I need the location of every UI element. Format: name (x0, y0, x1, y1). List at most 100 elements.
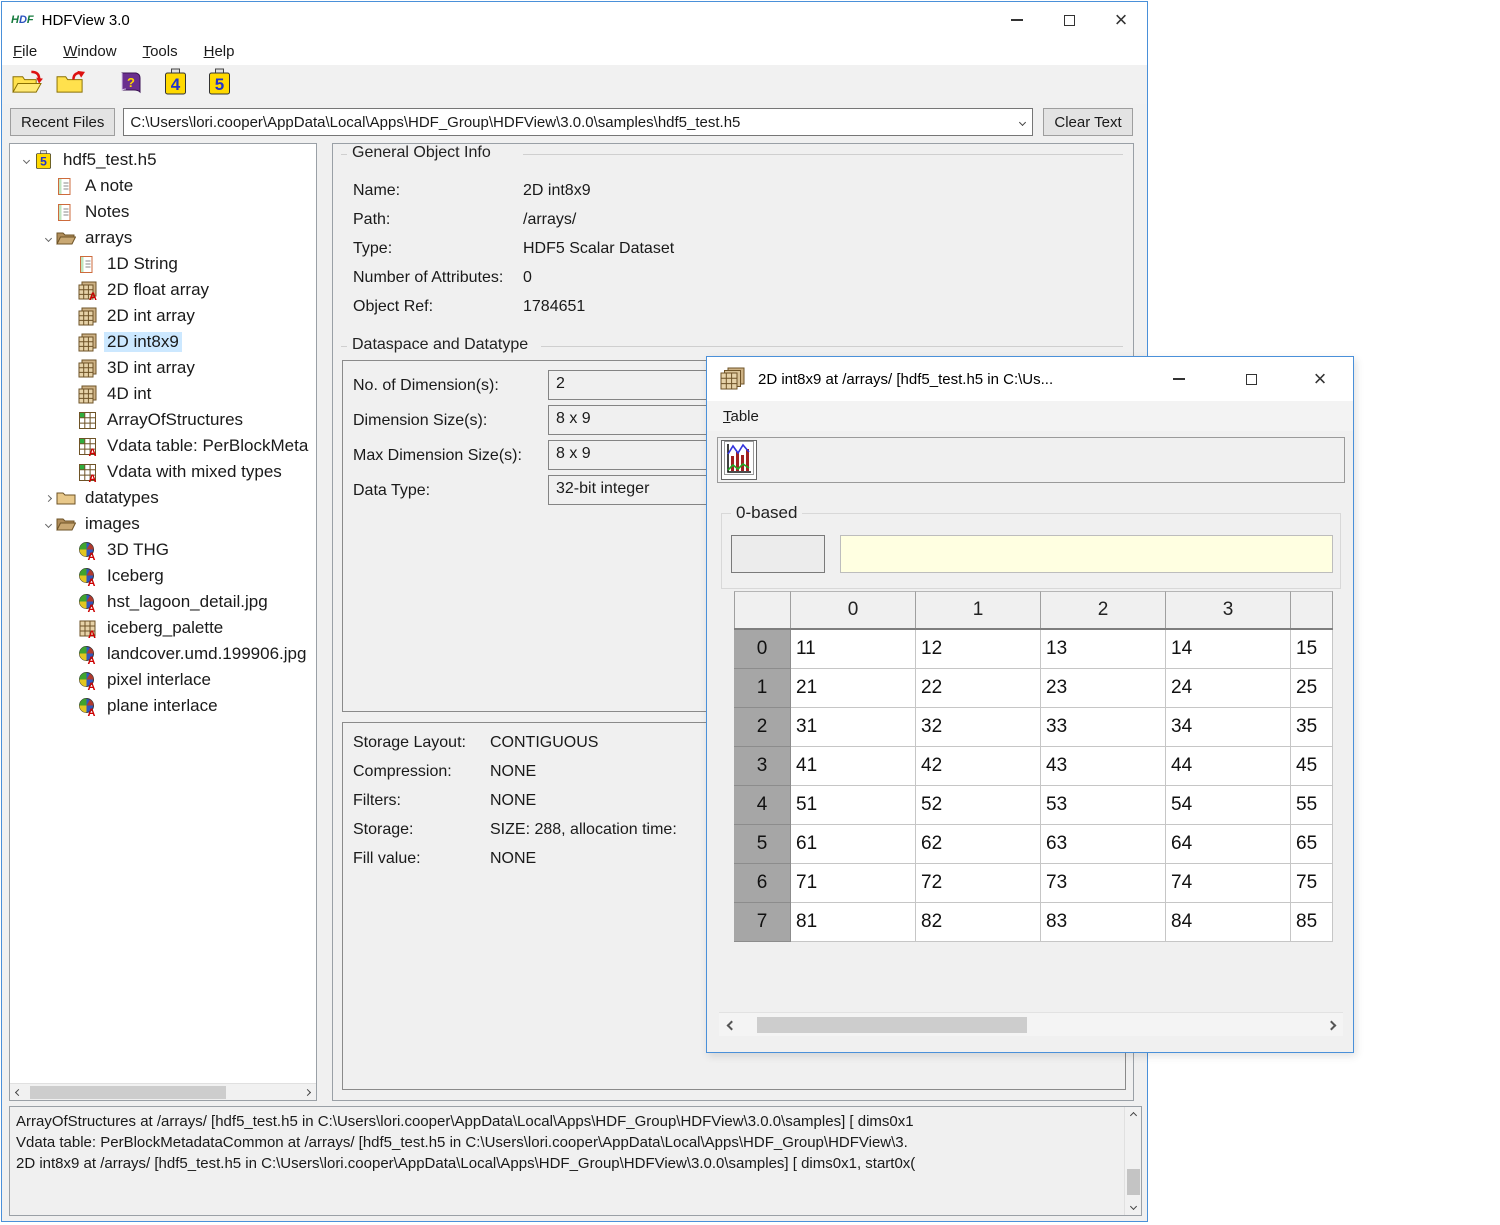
table-cell[interactable]: 21 (791, 669, 916, 708)
table-cell[interactable]: 72 (916, 864, 1041, 903)
scroll-right-button[interactable] (1319, 1013, 1343, 1037)
row-header[interactable]: 3 (734, 747, 791, 786)
table-cell[interactable]: 65 (1291, 825, 1333, 864)
table-cell[interactable]: 85 (1291, 903, 1333, 942)
expander-closed-icon[interactable] (40, 496, 56, 501)
tree-item[interactable]: A2D float array (10, 277, 316, 303)
table-cell[interactable]: 53 (1041, 786, 1166, 825)
log-vertical-scrollbar[interactable] (1124, 1107, 1141, 1215)
table-cell[interactable]: 62 (916, 825, 1041, 864)
scrollbar-thumb[interactable] (757, 1017, 1027, 1033)
table-cell[interactable]: 31 (791, 708, 916, 747)
tree-item[interactable]: 3D int array (10, 355, 316, 381)
tree-item[interactable]: ArrayOfStructures (10, 407, 316, 433)
tree-item[interactable]: Alandcover.umd.199906.jpg (10, 641, 316, 667)
table-cell[interactable]: 32 (916, 708, 1041, 747)
table-cell[interactable]: 82 (916, 903, 1041, 942)
table-cell[interactable]: 75 (1291, 864, 1333, 903)
table-cell[interactable]: 25 (1291, 669, 1333, 708)
table-cell[interactable]: 71 (791, 864, 916, 903)
row-header[interactable]: 1 (734, 669, 791, 708)
table-cell[interactable]: 11 (791, 630, 916, 669)
tree-horizontal-scrollbar[interactable] (10, 1083, 316, 1100)
table-cell[interactable]: 51 (791, 786, 916, 825)
status-log-area[interactable]: ArrayOfStructures at /arrays/ [hdf5_test… (9, 1106, 1142, 1216)
row-header[interactable]: 5 (734, 825, 791, 864)
file-path-input[interactable] (124, 109, 1004, 135)
close-button[interactable]: × (1095, 2, 1147, 38)
open-file-button[interactable] (10, 69, 44, 101)
cell-value-field[interactable] (840, 535, 1333, 573)
tree-item[interactable]: AVdata with mixed types (10, 459, 316, 485)
table-cell[interactable]: 45 (1291, 747, 1333, 786)
row-header[interactable]: 6 (734, 864, 791, 903)
line-plot-button[interactable] (721, 440, 757, 480)
column-header[interactable]: 2 (1041, 591, 1166, 628)
scrollbar-thumb[interactable] (1127, 1169, 1140, 1195)
maximize-button[interactable] (1215, 357, 1287, 401)
hdf5-button[interactable]: 5 (202, 69, 236, 101)
table-cell[interactable]: 41 (791, 747, 916, 786)
tree-item[interactable]: 5hdf5_test.h5 (10, 147, 316, 173)
tree-item[interactable]: AVdata table: PerBlockMeta (10, 433, 316, 459)
tree-item[interactable]: A3D THG (10, 537, 316, 563)
tree-item[interactable]: A note (10, 173, 316, 199)
tree-item[interactable]: 1D String (10, 251, 316, 277)
menu-item-table[interactable]: Table (723, 408, 759, 425)
row-header[interactable]: 2 (734, 708, 791, 747)
scroll-left-button[interactable] (10, 1084, 27, 1101)
table-cell[interactable]: 44 (1166, 747, 1291, 786)
table-cell[interactable]: 23 (1041, 669, 1166, 708)
table-cell[interactable]: 83 (1041, 903, 1166, 942)
table-cell[interactable]: 74 (1166, 864, 1291, 903)
table-cell[interactable]: 34 (1166, 708, 1291, 747)
table-cell[interactable]: 64 (1166, 825, 1291, 864)
expander-open-icon[interactable] (40, 522, 56, 527)
table-cell[interactable]: 12 (916, 630, 1041, 669)
recent-files-button[interactable]: Recent Files (10, 108, 115, 136)
close-button[interactable]: × (1287, 357, 1353, 401)
table-cell[interactable]: 43 (1041, 747, 1166, 786)
row-header[interactable]: 7 (734, 903, 791, 942)
help-button[interactable]: ? (114, 69, 148, 101)
tree-item[interactable]: Notes (10, 199, 316, 225)
table-cell[interactable]: 14 (1166, 630, 1291, 669)
row-header[interactable]: 4 (734, 786, 791, 825)
table-cell[interactable]: 54 (1166, 786, 1291, 825)
expander-open-icon[interactable] (40, 236, 56, 241)
scroll-right-button[interactable] (299, 1084, 316, 1101)
scroll-down-button[interactable] (1125, 1198, 1142, 1215)
table-cell[interactable]: 24 (1166, 669, 1291, 708)
table-cell[interactable]: 52 (916, 786, 1041, 825)
table-cell[interactable]: 13 (1041, 630, 1166, 669)
clear-text-button[interactable]: Clear Text (1043, 108, 1132, 136)
hdf4-button[interactable]: 4 (158, 69, 192, 101)
tree-item[interactable]: Apixel interlace (10, 667, 316, 693)
scrollbar-thumb[interactable] (30, 1086, 226, 1099)
minimize-button[interactable] (991, 2, 1043, 38)
file-path-combobox[interactable] (123, 108, 1033, 136)
column-header[interactable]: 1 (916, 591, 1041, 628)
table-cell[interactable]: 73 (1041, 864, 1166, 903)
menu-item-window[interactable]: Window (63, 43, 116, 60)
table-cell[interactable]: 22 (916, 669, 1041, 708)
table-horizontal-scrollbar[interactable] (719, 1012, 1343, 1036)
minimize-button[interactable] (1143, 357, 1215, 401)
tree-item[interactable]: datatypes (10, 485, 316, 511)
tree-item[interactable]: 2D int8x9 (10, 329, 316, 355)
tree-item[interactable]: Aiceberg_palette (10, 615, 316, 641)
table-cell[interactable]: 42 (916, 747, 1041, 786)
scroll-up-button[interactable] (1125, 1107, 1142, 1124)
cell-reference-field[interactable] (731, 535, 825, 573)
tree-item[interactable]: Ahst_lagoon_detail.jpg (10, 589, 316, 615)
scroll-left-button[interactable] (719, 1013, 743, 1037)
tree-item[interactable]: AIceberg (10, 563, 316, 589)
tree-item[interactable]: arrays (10, 225, 316, 251)
menu-item-tools[interactable]: Tools (143, 43, 178, 60)
table-cell[interactable]: 81 (791, 903, 916, 942)
maximize-button[interactable] (1043, 2, 1095, 38)
table-cell[interactable]: 55 (1291, 786, 1333, 825)
table-cell[interactable]: 61 (791, 825, 916, 864)
menu-item-file[interactable]: File (13, 43, 37, 60)
expander-open-icon[interactable] (18, 158, 34, 163)
